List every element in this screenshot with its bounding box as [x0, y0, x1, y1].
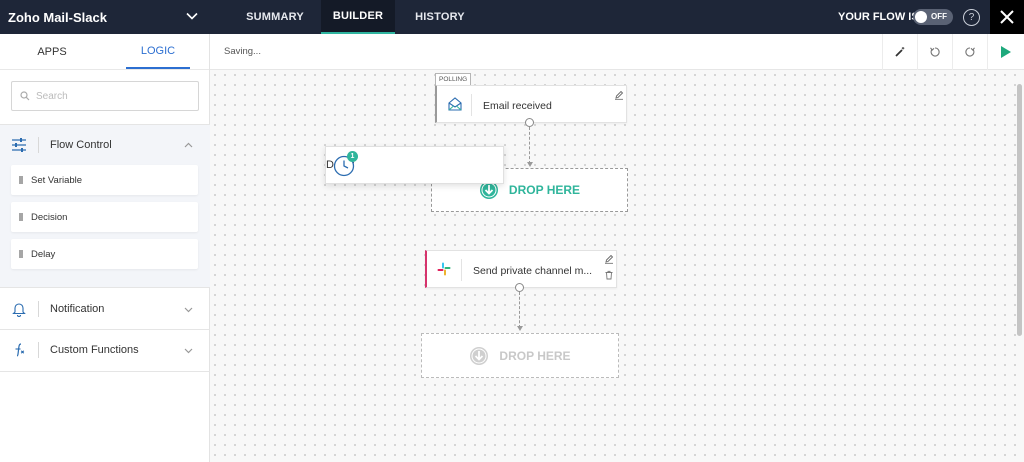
custom-functions-header[interactable]: Custom Functions	[0, 330, 210, 370]
canvas-toolbar: Saving...	[210, 34, 1024, 70]
item-label: Set Variable	[31, 174, 83, 186]
your-flow-label: YOUR FLOW IS	[838, 11, 919, 23]
action-label: Send private channel m...	[473, 265, 593, 277]
slack-icon	[437, 262, 451, 276]
run-button[interactable]	[987, 34, 1024, 70]
canvas-scrollbar[interactable]	[1017, 84, 1022, 336]
drag-handle-icon	[19, 213, 23, 221]
connector-line	[519, 292, 520, 328]
count-badge: 1	[347, 151, 358, 162]
search-input[interactable]	[36, 90, 186, 102]
search-box	[11, 81, 199, 111]
edit-icon[interactable]	[604, 254, 614, 264]
top-bar: Zoho Mail-Slack SUMMARY BUILDER HISTORY …	[0, 0, 1024, 34]
item-label: Delay	[31, 248, 56, 260]
divider	[38, 137, 39, 153]
connector-line	[529, 127, 530, 164]
section-label: Flow Control	[50, 139, 112, 151]
tab-builder[interactable]: BUILDER	[321, 0, 395, 34]
download-circle-icon	[470, 346, 489, 365]
main-tabs: SUMMARY BUILDER HISTORY	[229, 0, 485, 34]
help-icon[interactable]: ?	[963, 9, 980, 26]
search-icon	[20, 91, 30, 101]
edit-icon[interactable]	[614, 90, 624, 100]
chevron-down-icon	[186, 12, 198, 20]
close-button[interactable]	[990, 0, 1024, 34]
drop-here-label: DROP HERE	[508, 183, 581, 197]
sliders-icon	[12, 138, 26, 152]
undo-button[interactable]	[917, 34, 952, 70]
function-icon	[15, 343, 25, 357]
undo-icon	[930, 47, 940, 57]
trash-icon[interactable]	[604, 270, 614, 280]
logic-item-set-variable[interactable]: Set Variable	[11, 165, 198, 195]
envelope-icon	[448, 97, 462, 111]
connector-node[interactable]	[525, 118, 534, 127]
tab-logic[interactable]: LOGIC	[126, 34, 190, 69]
drag-handle-icon	[19, 176, 23, 184]
tab-apps[interactable]: APPS	[0, 34, 104, 69]
flow-control-section: Flow Control Set Variable Decision Delay	[0, 124, 210, 288]
section-label: Custom Functions	[50, 344, 139, 356]
flow-control-header[interactable]: Flow Control	[0, 125, 210, 165]
bell-icon	[12, 303, 26, 317]
flow-name: Zoho Mail-Slack	[8, 9, 107, 25]
custom-functions-section: Custom Functions	[0, 330, 210, 372]
flow-canvas[interactable]: POLLING Email received DROP HERE 1 Delay	[210, 70, 1024, 462]
left-panel: APPS LOGIC Flow Control Set Variable Dec…	[0, 34, 210, 462]
toggle-knob	[915, 11, 927, 23]
tab-history[interactable]: HISTORY	[395, 0, 485, 34]
logic-item-decision[interactable]: Decision	[11, 202, 198, 232]
magic-wand-button[interactable]	[882, 34, 917, 70]
divider	[38, 342, 39, 358]
connector-arrow	[517, 326, 523, 331]
redo-button[interactable]	[952, 34, 987, 70]
divider	[461, 259, 462, 281]
play-icon	[1001, 46, 1011, 58]
flow-status-toggle[interactable]: OFF	[913, 9, 953, 25]
chevron-up-icon	[184, 142, 193, 148]
chevron-down-icon	[184, 348, 193, 354]
chevron-down-icon	[184, 307, 193, 313]
divider	[38, 301, 39, 317]
magic-wand-icon	[895, 47, 905, 57]
logic-item-delay[interactable]: Delay	[11, 239, 198, 269]
polling-badge: POLLING	[435, 73, 472, 85]
divider	[471, 94, 472, 116]
panel-tabs: APPS LOGIC	[0, 34, 209, 70]
section-label: Notification	[50, 303, 105, 315]
connector-arrow	[527, 162, 533, 167]
flow-name-dropdown[interactable]: Zoho Mail-Slack	[0, 0, 210, 34]
drag-handle-icon	[19, 250, 23, 258]
clock-icon: 1	[333, 151, 358, 177]
tab-summary[interactable]: SUMMARY	[229, 0, 321, 34]
dragging-delay-card[interactable]: 1 Delay	[325, 146, 504, 184]
close-icon	[1000, 10, 1014, 24]
connector-node[interactable]	[515, 283, 524, 292]
drop-zone[interactable]: DROP HERE	[421, 333, 619, 378]
notification-section: Notification	[0, 289, 210, 330]
toggle-state-label: OFF	[931, 12, 947, 21]
drop-here-label: DROP HERE	[499, 348, 571, 363]
redo-icon	[965, 47, 975, 57]
trigger-label: Email received	[483, 100, 552, 112]
notification-header[interactable]: Notification	[0, 289, 210, 329]
item-label: Decision	[31, 211, 68, 223]
save-status: Saving...	[224, 46, 261, 57]
